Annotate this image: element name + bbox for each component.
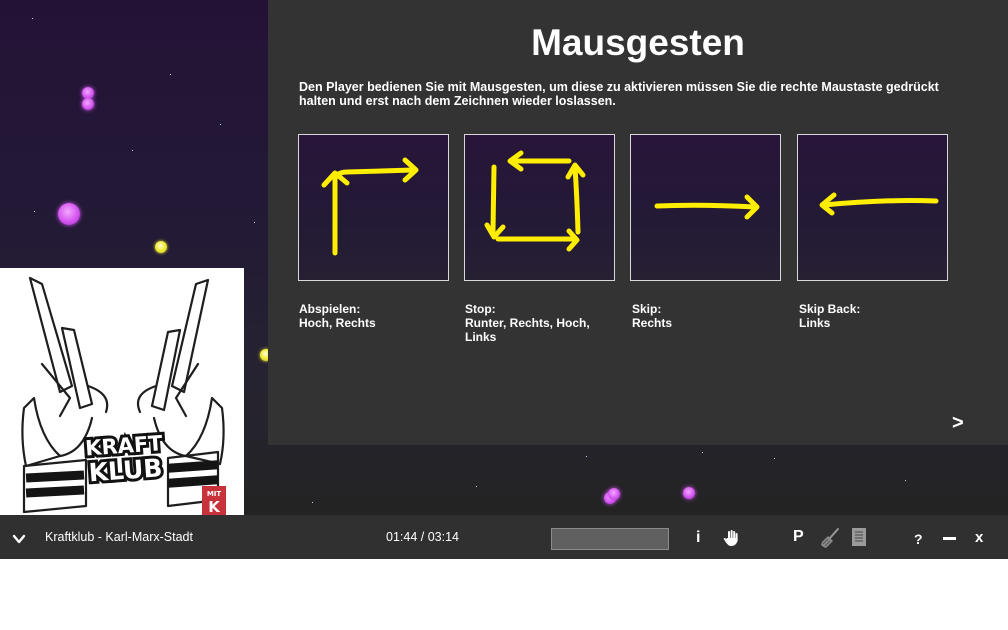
particle-orb xyxy=(608,488,620,500)
player-control-bar: Kraftklub - Karl-Marx-Stadt 01:44 / 03:1… xyxy=(0,515,1008,559)
clear-button[interactable] xyxy=(819,527,841,549)
gesture-label-stop: Stop: Runter, Rechts, Hoch, Links xyxy=(465,302,600,344)
gesture-help-button[interactable] xyxy=(722,529,740,547)
album-badge-line2: K xyxy=(208,498,221,515)
hand-icon xyxy=(723,530,738,546)
gesture-label-skip: Skip: Rechts xyxy=(632,302,782,330)
next-page-button[interactable]: > xyxy=(952,412,972,438)
gesture-directions: Hoch, Rechts xyxy=(299,316,376,330)
notes-button[interactable] xyxy=(851,527,867,547)
gesture-name: Stop: xyxy=(465,302,496,316)
gesture-directions: Runter, Rechts, Hoch, Links xyxy=(465,316,590,344)
search-input[interactable] xyxy=(551,528,669,550)
help-intro-text: Den Player bedienen Sie mit Mausgesten, … xyxy=(299,80,939,108)
gesture-label-play: Abspielen: Hoch, Rechts xyxy=(299,302,449,330)
minimize-icon xyxy=(943,537,956,540)
particle-orb xyxy=(82,98,94,110)
gesture-diagram-play xyxy=(298,134,449,281)
visualizer-stage: KRAFT KLUB MIT K Mausgesten Den Player b… xyxy=(0,0,1008,515)
gesture-name: Abspielen: xyxy=(299,302,361,316)
gesture-name: Skip: xyxy=(632,302,662,316)
time-display: 01:44 / 03:14 xyxy=(386,530,459,544)
info-button[interactable]: i xyxy=(696,529,700,547)
gesture-name: Skip Back: xyxy=(799,302,861,316)
particle-orb xyxy=(58,203,80,225)
minimize-button[interactable] xyxy=(942,529,958,545)
page-title: Mausgesten xyxy=(531,22,745,63)
gesture-directions: Links xyxy=(799,316,831,330)
broom-icon xyxy=(821,528,839,548)
track-title: Kraftklub - Karl-Marx-Stadt xyxy=(45,530,193,544)
particle-orb xyxy=(155,241,167,253)
gesture-diagram-skip-back xyxy=(797,134,948,281)
help-button[interactable]: ? xyxy=(914,531,923,547)
particle-orb xyxy=(683,487,695,499)
playlist-button[interactable]: P xyxy=(793,528,804,546)
gesture-label-skip-back: Skip Back: Links xyxy=(799,302,949,330)
gesture-help-panel: Mausgesten Den Player bedienen Sie mit M… xyxy=(268,0,1008,445)
gesture-directions: Rechts xyxy=(632,316,673,330)
chevron-down-icon xyxy=(12,534,26,544)
close-button[interactable]: x xyxy=(975,529,983,546)
album-logo-line2: KLUB xyxy=(88,453,164,487)
album-badge-line1: MIT xyxy=(207,490,222,498)
collapse-button[interactable] xyxy=(10,529,28,547)
gesture-diagram-skip xyxy=(630,134,781,281)
gesture-diagram-stop xyxy=(464,134,615,281)
album-cover: KRAFT KLUB MIT K xyxy=(0,268,244,515)
notes-icon xyxy=(852,528,866,546)
